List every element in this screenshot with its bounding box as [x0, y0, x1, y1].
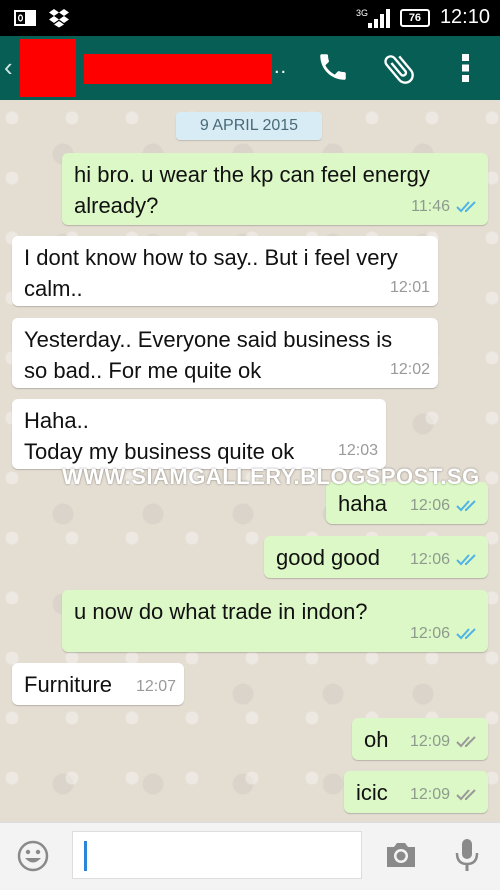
- text-cursor: [84, 841, 87, 871]
- message-meta: 12:02: [390, 354, 430, 385]
- chat-header: ‹ ..: [0, 36, 500, 100]
- message-meta: 12:03: [338, 435, 378, 466]
- message-time: 12:03: [337, 442, 378, 459]
- message-meta: 11:46: [411, 191, 480, 222]
- emoji-icon[interactable]: [16, 839, 50, 873]
- message-bubble-incoming[interactable]: I dont know how to say.. But i feel very…: [12, 236, 438, 306]
- phone-icon[interactable]: [316, 50, 350, 84]
- message-bubble-outgoing[interactable]: good good 12:06: [264, 536, 488, 578]
- message-time: 12:06: [409, 497, 450, 514]
- message-bubble-outgoing[interactable]: haha 12:06: [326, 482, 488, 524]
- message-meta: 12:06: [410, 490, 480, 521]
- delivered-double-check-icon: [456, 788, 476, 800]
- network-label: 3G: [356, 8, 368, 18]
- more-vert-icon[interactable]: [460, 52, 472, 84]
- read-double-check-icon: [456, 553, 476, 565]
- dropbox-icon: [49, 9, 69, 28]
- message-bubble-outgoing[interactable]: hi bro. u wear the kp can feel energy al…: [62, 153, 488, 225]
- chat-area[interactable]: 9 APRIL 2015 hi bro. u wear the kp can f…: [0, 100, 500, 822]
- message-time: 12:06: [409, 625, 450, 642]
- message-time: 12:06: [409, 551, 450, 568]
- message-text: Yesterday.. Everyone said business is so…: [24, 327, 393, 383]
- contact-name-redacted[interactable]: [84, 54, 272, 84]
- signal-icon: 3G: [356, 8, 390, 28]
- message-meta: 12:01: [390, 272, 430, 303]
- battery-indicator: 76: [399, 8, 430, 27]
- message-time: 11:46: [411, 198, 450, 215]
- message-time: 12:09: [409, 733, 450, 750]
- camera-icon[interactable]: [384, 839, 418, 871]
- contact-avatar[interactable]: [20, 39, 76, 97]
- contact-name-ellipsis: ..: [274, 56, 288, 78]
- message-input-bar: [0, 822, 500, 890]
- message-meta: 12:06: [410, 618, 480, 649]
- read-double-check-icon: [456, 627, 476, 639]
- message-bubble-outgoing[interactable]: oh 12:09: [352, 718, 488, 760]
- message-bubble-incoming[interactable]: Haha.. Today my business quite ok 12:03: [12, 399, 386, 469]
- message-time: 12:07: [135, 678, 176, 695]
- message-bubble-incoming[interactable]: Furniture 12:07: [12, 663, 184, 705]
- paperclip-icon[interactable]: [380, 50, 418, 88]
- message-bubble-incoming[interactable]: Yesterday.. Everyone said business is so…: [12, 318, 438, 388]
- delivered-double-check-icon: [456, 735, 476, 747]
- message-bubble-outgoing[interactable]: u now do what trade in indon? 12:06: [62, 590, 488, 652]
- message-text: Haha.. Today my business quite ok: [24, 408, 295, 464]
- message-meta: 12:06: [410, 544, 480, 575]
- message-time: 12:09: [409, 786, 450, 803]
- read-double-check-icon: [456, 499, 476, 511]
- status-time: 12:10: [439, 6, 490, 28]
- message-time: 12:02: [389, 361, 430, 378]
- message-text: I dont know how to say.. But i feel very…: [24, 245, 398, 301]
- outlook-icon: [14, 10, 36, 26]
- microphone-icon[interactable]: [454, 837, 480, 873]
- back-arrow-icon[interactable]: ‹: [4, 52, 13, 83]
- message-time: 12:01: [389, 279, 430, 296]
- message-meta: 12:09: [410, 779, 480, 810]
- status-bar: 3G 76 12:10: [0, 0, 500, 36]
- message-bubble-outgoing[interactable]: icic 12:09: [344, 771, 488, 813]
- message-input[interactable]: [72, 831, 362, 879]
- message-meta: 12:07: [136, 671, 176, 702]
- read-double-check-icon: [456, 200, 476, 212]
- date-divider: 9 APRIL 2015: [176, 112, 322, 140]
- message-meta: 12:09: [410, 726, 480, 757]
